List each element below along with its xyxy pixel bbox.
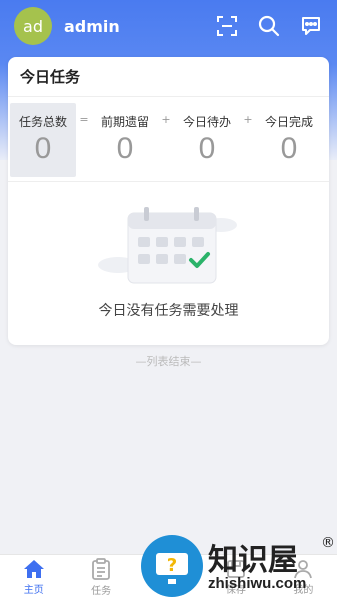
stat-label: 今日完成	[264, 115, 313, 129]
stat-value: 0	[34, 132, 52, 165]
card-title: 今日任务	[8, 57, 329, 97]
operator: +	[243, 113, 253, 126]
scan-icon[interactable]	[215, 14, 239, 38]
top-bar: ad admin	[0, 0, 337, 52]
clipboard-icon	[92, 558, 111, 580]
empty-message: 今日没有任务需要处理	[98, 303, 239, 319]
tab-label: 主页	[23, 585, 44, 596]
top-icons	[215, 14, 323, 38]
search-icon[interactable]	[257, 14, 281, 38]
tab-label: 任务	[91, 586, 112, 597]
operator: +	[161, 113, 171, 126]
avatar[interactable]: ad	[14, 7, 52, 45]
tab-me[interactable]: 我的	[270, 555, 337, 600]
stat-done[interactable]: 今日完成 0	[256, 103, 322, 177]
stat-value: 0	[198, 132, 216, 165]
message-icon[interactable]	[299, 14, 323, 38]
tab-task[interactable]: 任务	[67, 555, 134, 600]
center-icon	[158, 567, 179, 588]
tab-bar: 主页 任务 保存 我的	[0, 554, 337, 600]
stat-value: 0	[116, 132, 134, 165]
stat-legacy[interactable]: 前期遗留 0	[92, 103, 158, 177]
stat-total[interactable]: 任务总数 0	[10, 103, 76, 177]
stat-label: 前期遗留	[100, 115, 149, 129]
stat-label: 今日待办	[182, 115, 231, 129]
tab-label: 我的	[293, 585, 314, 596]
user-icon	[294, 560, 313, 579]
tab-label: 保存	[225, 585, 246, 596]
list-end-label: —列表结束—	[135, 355, 202, 368]
stat-value: 0	[280, 132, 298, 165]
home-icon	[23, 560, 44, 578]
operator: =	[79, 113, 89, 126]
tab-home[interactable]: 主页	[0, 555, 67, 600]
today-task-card: 今日任务 任务总数 0 = 前期遗留 0 + 今日待办 0 + 今日完成 0 今…	[8, 57, 329, 345]
empty-calendar-illustration	[96, 207, 246, 291]
watermark-mark: ®	[321, 535, 335, 551]
stat-label: 任务总数	[18, 115, 67, 129]
tab-save[interactable]: 保存	[202, 555, 269, 600]
tab-center[interactable]	[135, 555, 202, 600]
save-icon	[227, 560, 245, 578]
stat-todo[interactable]: 今日待办 0	[174, 103, 240, 177]
username: admin	[64, 16, 120, 36]
divider	[8, 181, 329, 182]
stats-row: 任务总数 0 = 前期遗留 0 + 今日待办 0 + 今日完成 0	[8, 103, 329, 177]
